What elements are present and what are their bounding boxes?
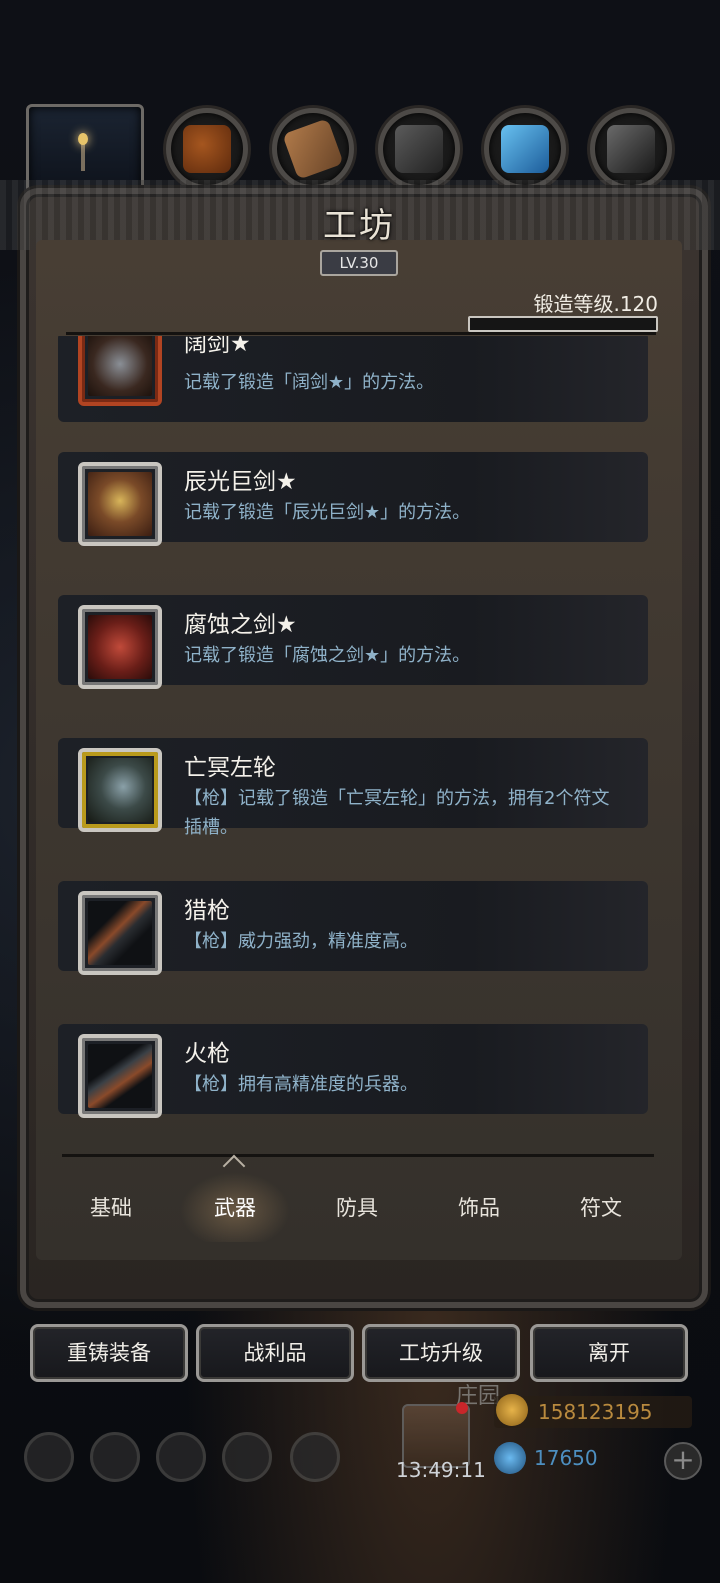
tab-steel[interactable] xyxy=(590,108,672,190)
tab-armor[interactable]: 防具 xyxy=(302,1192,412,1222)
list-item[interactable]: 猎枪 【枪】威力强劲，精准度高。 xyxy=(58,881,648,975)
recipe-desc: 【枪】拥有高精准度的兵器。 xyxy=(184,1074,418,1095)
wood-planks-icon xyxy=(282,118,344,180)
recipe-name: 亡冥左轮 xyxy=(184,755,276,781)
list-item[interactable]: 亡冥左轮 【枪】记载了锻造「亡冥左轮」的方法，拥有2个符文插槽。 xyxy=(58,738,648,838)
hunting-rifle-icon xyxy=(88,901,152,965)
gold-amount: 158123195 xyxy=(538,1400,653,1424)
forge-level-label: 锻造等级.120 xyxy=(533,292,658,316)
recipe-icon xyxy=(78,891,162,975)
recipe-name: 腐蚀之剑★ xyxy=(184,612,297,638)
corroded-sword-icon xyxy=(88,615,152,679)
gold-coin-icon xyxy=(496,1394,528,1426)
list-item[interactable]: 腐蚀之剑★ 记载了锻造「腐蚀之剑★」的方法。 xyxy=(58,595,648,689)
recipe-desc: 【枪】威力强劲，精准度高。 xyxy=(184,931,418,952)
loot-button[interactable]: 战利品 xyxy=(196,1324,354,1382)
recipe-name: 火枪 xyxy=(184,1041,230,1067)
recipe-desc: 记载了锻造「辰光巨剑★」的方法。 xyxy=(184,502,471,523)
recipe-icon xyxy=(78,748,162,832)
revolver-icon xyxy=(88,758,152,822)
top-divider xyxy=(66,332,656,335)
tab-accessories[interactable]: 饰品 xyxy=(424,1192,534,1222)
category-tabs: 基础 武器 防具 饰品 符文 xyxy=(50,1172,670,1242)
tab-runes[interactable]: 符文 xyxy=(546,1192,656,1222)
recipe-list[interactable]: 阔剑★ 记载了锻造「阔剑★」的方法。 辰光巨剑★ 记载了锻造「辰光巨剑★」的方法… xyxy=(58,336,658,1148)
tab-crystal[interactable] xyxy=(484,108,566,190)
steel-ingot-icon xyxy=(607,125,655,173)
recipe-desc: 【枪】记载了锻造「亡冥左轮」的方法，拥有2个符文插槽。 xyxy=(184,788,610,838)
tab-wood[interactable] xyxy=(272,108,354,190)
recipe-desc: 记载了锻造「阔剑★」的方法。 xyxy=(184,372,435,393)
bottom-divider xyxy=(62,1154,654,1157)
list-item[interactable]: 火枪 【枪】拥有高精准度的兵器。 xyxy=(58,1024,648,1118)
mail-icon[interactable] xyxy=(222,1432,272,1482)
title-plate: 工坊 xyxy=(294,198,424,246)
notification-dot xyxy=(456,1402,468,1414)
quest-icon[interactable] xyxy=(156,1432,206,1482)
recipe-name: 辰光巨剑★ xyxy=(184,469,297,495)
recipe-icon xyxy=(78,336,162,406)
leave-button[interactable]: 离开 xyxy=(530,1324,688,1382)
workshop-upgrade-button[interactable]: 工坊升级 xyxy=(362,1324,520,1382)
page-title: 工坊 xyxy=(323,206,395,246)
tab-iron[interactable] xyxy=(378,108,460,190)
reforge-button[interactable]: 重铸装备 xyxy=(30,1324,188,1382)
sword-icon xyxy=(88,336,152,396)
tab-basic[interactable]: 基础 xyxy=(56,1192,166,1222)
recipe-desc: 记载了锻造「腐蚀之剑★」的方法。 xyxy=(184,645,471,666)
team-icon[interactable] xyxy=(290,1432,340,1482)
gem-icon xyxy=(494,1442,526,1474)
recipe-icon xyxy=(78,462,162,546)
game-clock: 13:49:11 xyxy=(396,1458,486,1482)
iron-ingot-icon xyxy=(395,125,443,173)
workshop-level-badge: LV.30 xyxy=(320,250,398,276)
greatsword-icon xyxy=(88,472,152,536)
crystal-icon xyxy=(501,125,549,173)
settings-icon[interactable] xyxy=(24,1432,74,1482)
tab-leather[interactable] xyxy=(166,108,248,190)
leather-icon xyxy=(183,125,231,173)
list-item[interactable]: 阔剑★ 记载了锻造「阔剑★」的方法。 xyxy=(58,336,648,422)
medal-icon[interactable] xyxy=(90,1432,140,1482)
recipe-name: 猎枪 xyxy=(184,898,230,924)
recipe-name: 阔剑★ xyxy=(184,336,251,357)
add-currency-icon[interactable]: + xyxy=(664,1442,702,1480)
flame-icon xyxy=(78,133,88,145)
recipe-icon xyxy=(78,605,162,689)
forge-progress-bar xyxy=(468,316,658,332)
list-item[interactable]: 辰光巨剑★ 记载了锻造「辰光巨剑★」的方法。 xyxy=(58,452,648,546)
gem-amount: 17650 xyxy=(534,1446,598,1470)
musket-icon xyxy=(88,1044,152,1108)
tab-weapons[interactable]: 武器 xyxy=(180,1192,290,1222)
recipe-icon xyxy=(78,1034,162,1118)
candle-icon xyxy=(81,141,85,171)
